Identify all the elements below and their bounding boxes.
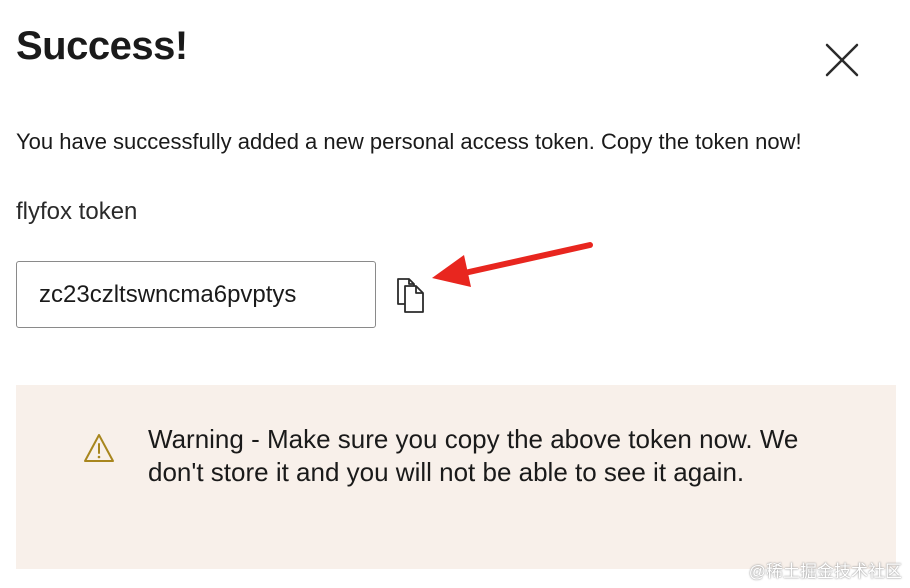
warning-box: Warning - Make sure you copy the above t… bbox=[16, 385, 896, 569]
warning-text: Warning - Make sure you copy the above t… bbox=[148, 424, 799, 487]
token-name: flyfox token bbox=[16, 198, 138, 225]
copy-icon bbox=[397, 278, 424, 313]
close-button[interactable] bbox=[820, 38, 864, 82]
success-dialog: Success! You have successfully added a n… bbox=[0, 0, 910, 588]
token-field[interactable] bbox=[16, 261, 376, 328]
dialog-title: Success! bbox=[16, 24, 188, 68]
warning-triangle-icon bbox=[84, 434, 114, 462]
watermark: @稀土掘金技术社区 bbox=[748, 562, 902, 581]
close-icon bbox=[825, 43, 859, 77]
success-message: You have successfully added a new person… bbox=[16, 129, 802, 154]
annotation-arrow bbox=[432, 242, 593, 287]
copy-token-button[interactable] bbox=[392, 276, 432, 316]
